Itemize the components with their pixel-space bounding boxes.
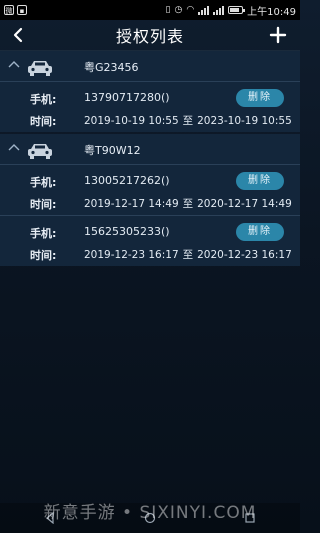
time-label: 时间: <box>30 115 57 128</box>
start-time: 2019-12-17 14:49 <box>84 198 179 210</box>
wechat-notification-icon: 微 <box>4 5 14 15</box>
end-time: 2020-12-23 16:17 <box>197 249 292 261</box>
phone-value: 13790717280() <box>84 91 170 104</box>
wifi-icon: ◠ <box>186 5 195 15</box>
battery-fill <box>230 8 240 12</box>
license-plate: 粤T90W12 <box>84 144 141 157</box>
delete-button[interactable]: 删除 <box>236 223 284 241</box>
time-range: 2019-10-19 10:55 至 2023-10-19 10:55 <box>84 113 296 128</box>
time-range: 2019-12-23 16:17 至 2020-12-23 16:17 <box>84 247 296 262</box>
phone-row: 手机: 13005217262() 删除 <box>0 171 300 191</box>
vehicle-group-header[interactable]: 粤G23456 <box>0 51 300 82</box>
authorization-record: 手机: 13790717280() 删除 时间: 2019-10-19 10:5… <box>0 82 300 132</box>
phone-label: 手机: <box>30 227 57 240</box>
vehicle-group-header[interactable]: 粤T90W12 <box>0 134 300 165</box>
authorization-record: 手机: 15625305233() 删除 时间: 2019-12-23 16:1… <box>0 215 300 266</box>
add-icon[interactable] <box>268 25 288 45</box>
chevron-up-icon[interactable] <box>8 143 20 151</box>
license-plate: 粤G23456 <box>84 61 139 74</box>
battery-icon <box>228 6 246 14</box>
phone-label: 手机: <box>30 176 57 189</box>
time-row: 时间: 2019-12-17 14:49 至 2020-12-17 14:49 <box>0 193 300 213</box>
phone-row: 手机: 15625305233() 删除 <box>0 222 300 242</box>
phone-value: 15625305233() <box>84 225 170 238</box>
car-icon <box>28 144 52 159</box>
range-separator: 至 <box>182 115 194 127</box>
status-left: 微 ▪ <box>4 5 27 15</box>
back-arrow-icon[interactable] <box>10 26 28 44</box>
app-header: 授权列表 <box>0 20 300 51</box>
vehicle-group: 粤G23456 手机: 13790717280() 删除 时间: 2019-10… <box>0 51 300 132</box>
range-separator: 至 <box>182 198 194 210</box>
signal-icon <box>198 5 210 15</box>
status-time: 上午10:49 <box>247 6 296 18</box>
authorization-record: 手机: 13005217262() 删除 时间: 2019-12-17 14:4… <box>0 165 300 215</box>
time-label: 时间: <box>30 249 57 262</box>
page-title: 授权列表 <box>115 27 184 46</box>
status-bar: 微 ▪ ▯ ◷ ◠ 上午10:49 <box>0 0 300 20</box>
time-range: 2019-12-17 14:49 至 2020-12-17 14:49 <box>84 196 296 211</box>
delete-button[interactable]: 删除 <box>236 89 284 107</box>
alarm-icon: ◷ <box>174 5 183 15</box>
end-time: 2020-12-17 14:49 <box>197 198 292 210</box>
delete-button[interactable]: 删除 <box>236 172 284 190</box>
start-time: 2019-12-23 16:17 <box>84 249 179 261</box>
message-notification-icon: ▪ <box>17 5 27 15</box>
time-label: 时间: <box>30 198 57 211</box>
time-row: 时间: 2019-12-23 16:17 至 2020-12-23 16:17 <box>0 244 300 264</box>
phone-value: 13005217262() <box>84 174 170 187</box>
authorization-list: 粤G23456 手机: 13790717280() 删除 时间: 2019-10… <box>0 51 300 266</box>
time-row: 时间: 2019-10-19 10:55 至 2023-10-19 10:55 <box>0 110 300 130</box>
status-right: ▯ ◷ ◠ 上午10:49 <box>166 3 297 18</box>
signal-2-icon <box>213 5 225 15</box>
range-separator: 至 <box>182 249 194 261</box>
vehicle-group: 粤T90W12 手机: 13005217262() 删除 时间: 2019-12… <box>0 134 300 266</box>
watermark: 新意手游 • SIXINYI.COM <box>43 503 257 523</box>
start-time: 2019-10-19 10:55 <box>84 115 179 127</box>
end-time: 2023-10-19 10:55 <box>197 115 292 127</box>
car-icon <box>28 61 52 76</box>
vibrate-icon: ▯ <box>165 5 171 15</box>
chevron-up-icon[interactable] <box>8 60 20 68</box>
phone-label: 手机: <box>30 93 57 106</box>
phone-row: 手机: 13790717280() 删除 <box>0 88 300 108</box>
